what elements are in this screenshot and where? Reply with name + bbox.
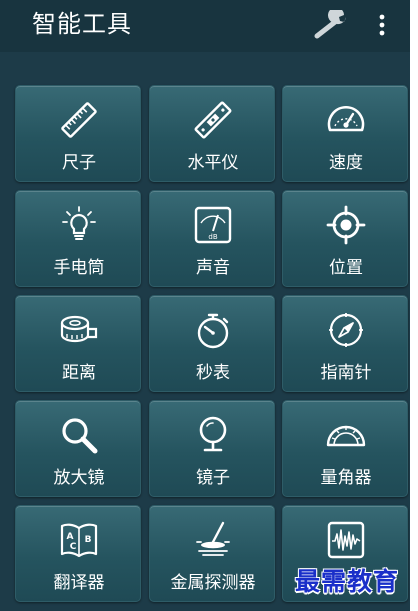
tool-label: 指南针 xyxy=(320,363,372,383)
tool-tile-compass[interactable]: 指南针 xyxy=(282,295,408,392)
lightbulb-icon xyxy=(62,206,96,240)
speedometer-icon xyxy=(327,106,365,132)
translator-letter-a: A xyxy=(67,532,74,542)
sound-meter-unit: dB xyxy=(208,233,217,241)
oscilloscope-icon xyxy=(327,521,365,559)
tape-measure-icon xyxy=(60,315,98,343)
mirror-icon xyxy=(199,416,227,452)
tool-tile-ruler[interactable]: 尺子 xyxy=(15,85,141,182)
translator-book-icon: A B C xyxy=(60,523,98,558)
compass-icon xyxy=(329,313,363,347)
wrench-icon[interactable] xyxy=(311,10,351,40)
metal-detector-icon xyxy=(196,521,230,556)
spirit-level-icon xyxy=(194,101,232,139)
tool-label: 放大镜 xyxy=(53,468,105,488)
tool-tile-magnifier[interactable]: 放大镜 xyxy=(15,400,141,497)
tool-tile-flashlight[interactable]: 手电筒 xyxy=(15,190,141,287)
sound-meter-icon: dB xyxy=(194,206,232,244)
tool-tile-mirror[interactable]: 镜子 xyxy=(149,400,275,497)
ruler-icon xyxy=(61,102,97,138)
stopwatch-icon xyxy=(197,313,229,349)
tool-tile-distance[interactable]: 距离 xyxy=(15,295,141,392)
tool-tile-sound[interactable]: dB 声音 xyxy=(149,190,275,287)
tool-tile-location[interactable]: 位置 xyxy=(282,190,408,287)
magnifier-icon xyxy=(62,418,98,454)
app-title: 智能工具 xyxy=(32,10,132,38)
translator-letter-b: B xyxy=(85,535,92,545)
tool-label: 位置 xyxy=(329,258,363,278)
tool-label: 量角器 xyxy=(320,468,372,488)
protractor-icon xyxy=(326,425,366,447)
location-target-icon xyxy=(326,205,366,245)
tool-tile-speed[interactable]: 速度 xyxy=(282,85,408,182)
tool-tile-translator[interactable]: A B C 翻译器 xyxy=(15,505,141,602)
translator-letter-c: C xyxy=(70,542,77,552)
tool-label: 镜子 xyxy=(196,468,230,488)
watermark-text: 最需教育 xyxy=(295,567,400,596)
tool-tile-spirit-level[interactable]: 水平仪 xyxy=(149,85,275,182)
tool-label: 距离 xyxy=(62,363,96,383)
tool-label: 翻译器 xyxy=(53,573,105,593)
tool-label: 速度 xyxy=(329,153,363,173)
more-vert-icon[interactable] xyxy=(372,10,392,40)
tool-label: 手电筒 xyxy=(53,258,105,278)
app-bar: 智能工具 xyxy=(0,0,410,52)
tool-label: 秒表 xyxy=(196,363,230,383)
tool-label: 金属探测器 xyxy=(170,573,256,593)
tool-label: 声音 xyxy=(196,258,230,278)
tool-tile-protractor[interactable]: 量角器 xyxy=(282,400,408,497)
tool-label: 尺子 xyxy=(62,153,96,173)
app-window: 智能工具 尺子 水平仪 速度 手电筒 dB 声音 位置 距离 秒表 指南针 放大… xyxy=(0,0,410,611)
tool-tile-stopwatch[interactable]: 秒表 xyxy=(149,295,275,392)
tool-label: 水平仪 xyxy=(187,153,239,173)
tool-tile-metal-detector[interactable]: 金属探测器 xyxy=(149,505,275,602)
screen-edge xyxy=(410,0,418,611)
